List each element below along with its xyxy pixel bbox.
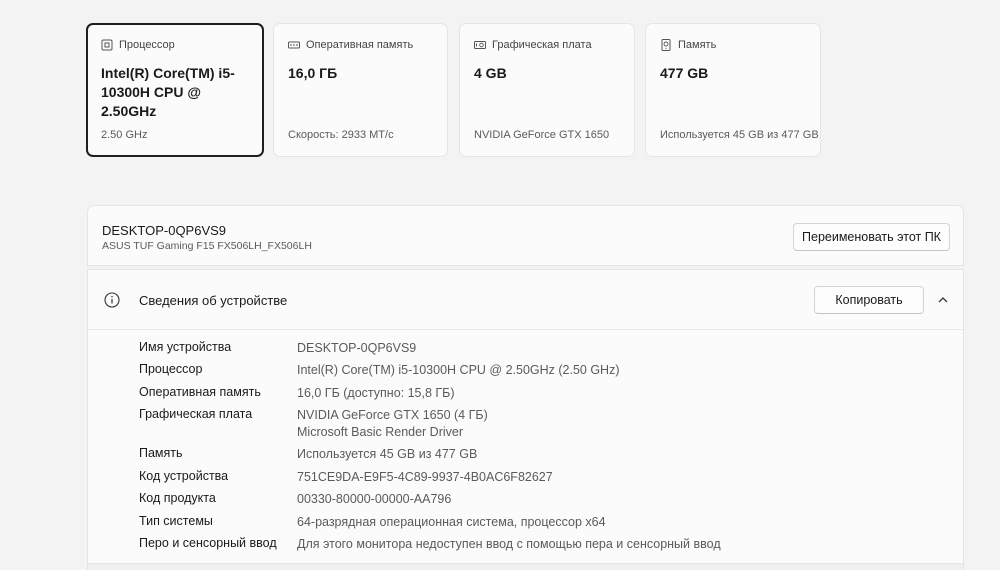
device-specs-header[interactable]: Сведения об устройстве Копировать [88,270,963,330]
card-value: 477 GB [660,65,709,81]
card-value: Intel(R) Core(TM) i5-10300H CPU @ 2.50GH… [101,65,235,119]
card-title: Графическая плата [492,39,592,51]
ram-icon [288,41,300,49]
spec-value: 751CE9DA-E9F5-4C89-9937-4B0AC6F82627 [297,470,553,484]
ram-card[interactable]: Оперативная память 16,0 ГБ Скорость: 293… [273,23,448,157]
spec-value: 64-разрядная операционная система, проце… [297,515,606,529]
spec-value: Для этого монитора недоступен ввод с пом… [297,537,721,551]
card-subtitle: NVIDIA GeForce GTX 1650 [474,129,610,141]
spec-label: Имя устройства [139,340,232,354]
gpu-card[interactable]: Графическая плата 4 GB NVIDIA GeForce GT… [459,23,635,157]
spec-label: Память [139,446,183,460]
storage-card[interactable]: Память 477 GB Используется 45 GB из 477 … [645,23,821,157]
storage-icon [661,39,671,51]
device-name-panel: DESKTOP-0QP6VS9 ASUS TUF Gaming F15 FX50… [87,205,964,266]
spec-label: Оперативная память [139,385,261,399]
next-section-edge [88,563,963,570]
rename-pc-button[interactable]: Переименовать этот ПК [793,223,950,251]
copy-button[interactable]: Копировать [814,286,924,314]
spec-value: 16,0 ГБ (доступно: 15,8 ГБ) [297,386,455,400]
card-value: 4 GB [474,65,507,81]
chevron-up-icon[interactable] [937,294,949,306]
card-value: 16,0 ГБ [288,65,338,81]
spec-value: DESKTOP-0QP6VS9 [297,341,417,355]
device-specs-panel: Сведения об устройстве Копировать Имя ус… [87,269,964,570]
info-icon [104,292,120,308]
spec-value: 00330-80000-00000-AA796 [297,492,452,506]
spec-label: Код устройства [139,469,229,483]
spec-value: Используется 45 GB из 477 GB [297,447,478,461]
spec-label: Процессор [139,362,203,376]
card-subtitle: 2.50 GHz [101,129,148,141]
processor-card[interactable]: Процессор Intel(R) Core(TM) i5-10300H CP… [86,23,264,157]
card-subtitle: Скорость: 2933 MT/c [288,129,394,141]
card-title: Оперативная память [306,39,414,51]
device-specs-title: Сведения об устройстве [139,293,288,308]
gpu-icon [474,41,486,49]
spec-value: Intel(R) Core(TM) i5-10300H CPU @ 2.50GH… [297,363,620,377]
device-model: ASUS TUF Gaming F15 FX506LH_FX506LH [102,240,312,252]
spec-label: Графическая плата [139,407,253,421]
processor-icon [101,39,113,51]
card-title: Память [678,39,717,51]
spec-label: Код продукта [139,491,216,505]
spec-label: Перо и сенсорный ввод [139,536,277,550]
spec-label: Тип системы [139,514,213,528]
card-title: Процессор [119,39,175,51]
card-subtitle: Используется 45 GB из 477 GB [660,129,819,141]
spec-value: NVIDIA GeForce GTX 1650 (4 ГБ) [297,408,488,422]
spec-value: Microsoft Basic Render Driver [297,425,464,439]
device-hostname: DESKTOP-0QP6VS9 [102,223,227,238]
